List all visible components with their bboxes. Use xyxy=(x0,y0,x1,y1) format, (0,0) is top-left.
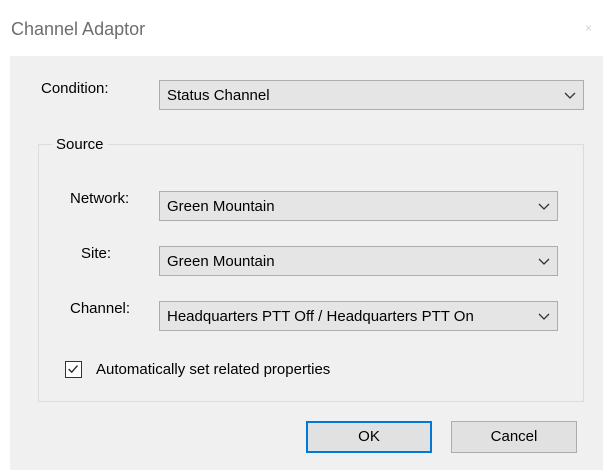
auto-props-checkbox[interactable] xyxy=(65,361,82,378)
channel-dropdown[interactable]: Headquarters PTT Off / Headquarters PTT … xyxy=(159,301,558,331)
dialog-window: Channel Adaptor × Condition: Status Chan… xyxy=(0,0,603,470)
chevron-down-icon xyxy=(564,92,576,99)
site-dropdown[interactable]: Green Mountain xyxy=(159,246,558,276)
source-group-title: Source xyxy=(52,136,108,153)
site-label: Site: xyxy=(81,245,112,262)
cancel-button[interactable]: Cancel xyxy=(451,421,577,453)
condition-label: Condition: xyxy=(41,80,109,97)
chevron-down-icon xyxy=(538,313,550,320)
chevron-down-icon xyxy=(538,258,550,265)
title-bar[interactable]: Channel Adaptor × xyxy=(0,0,603,56)
network-value: Green Mountain xyxy=(167,198,275,215)
condition-value: Status Channel xyxy=(167,87,270,104)
site-value: Green Mountain xyxy=(167,253,275,270)
channel-value: Headquarters PTT Off / Headquarters PTT … xyxy=(167,308,474,325)
channel-label: Channel: xyxy=(70,300,131,317)
chevron-down-icon xyxy=(538,203,550,210)
auto-props-label[interactable]: Automatically set related properties xyxy=(96,361,330,378)
condition-dropdown[interactable]: Status Channel xyxy=(159,80,584,110)
checkmark-icon xyxy=(68,365,78,374)
network-label: Network: xyxy=(70,190,130,207)
window-title: Channel Adaptor xyxy=(11,19,146,39)
ok-button[interactable]: OK xyxy=(306,421,432,453)
network-dropdown[interactable]: Green Mountain xyxy=(159,191,558,221)
close-icon[interactable]: × xyxy=(574,14,603,42)
